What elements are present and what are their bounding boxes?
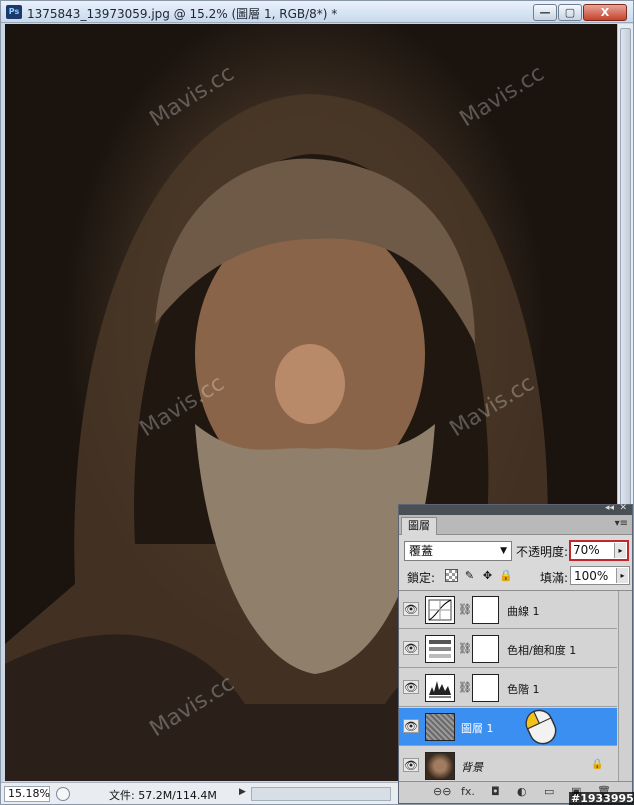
- layers-panel: ◂◂ ✕ 圖層 ▾≡ 覆蓋 ▼ 不透明度: 70% ▸ 鎖定: ✎ ✥ 🔒 填滿…: [398, 503, 633, 804]
- panel-header-strip: ◂◂ ✕: [399, 503, 632, 515]
- maximize-button[interactable]: ▢: [558, 4, 582, 21]
- add-mask-icon[interactable]: ◘: [491, 785, 500, 798]
- layer-mask-thumbnail[interactable]: [472, 596, 499, 624]
- link-icon[interactable]: ⛓: [458, 642, 472, 655]
- link-icon[interactable]: ⛓: [458, 681, 472, 694]
- close-button[interactable]: X: [583, 4, 627, 21]
- minimize-button[interactable]: —: [533, 4, 557, 21]
- layer-list: 👁 ⛓ 曲線 1 👁 ⛓ 色相/飽和度 1 👁 ⛓ 色階 1 👁 圖層 1 👁 …: [399, 590, 632, 785]
- lock-row: 鎖定: ✎ ✥ 🔒 填滿: 100% ▸: [399, 564, 632, 588]
- close-panel-icon[interactable]: ✕: [619, 503, 627, 513]
- collapse-panel-icon[interactable]: ◂◂: [605, 503, 614, 513]
- adjustment-layer-icon[interactable]: ◐: [517, 785, 527, 798]
- levels-icon: [425, 674, 455, 702]
- opacity-label: 不透明度:: [516, 545, 569, 559]
- blend-mode-value: 覆蓋: [409, 544, 434, 558]
- eye-icon[interactable]: 👁: [403, 641, 419, 655]
- file-size-info: 文件: 57.2M/114.4M: [109, 789, 217, 802]
- layer-style-fx-icon[interactable]: fx.: [461, 785, 475, 798]
- document-title: 1375843_13973059.jpg @ 15.2% (圖層 1, RGB/…: [27, 7, 338, 21]
- eye-icon[interactable]: 👁: [403, 758, 419, 772]
- horizontal-scrollbar[interactable]: [251, 787, 391, 801]
- panel-menu-icon[interactable]: ▾≡: [615, 518, 628, 529]
- layer-row-layer-1[interactable]: 👁 圖層 1: [399, 708, 617, 746]
- lock-label: 鎖定:: [407, 571, 436, 585]
- lock-position-icon[interactable]: ✥: [481, 569, 494, 582]
- lock-paint-icon[interactable]: ✎: [463, 569, 476, 582]
- curves-icon: [425, 596, 455, 624]
- link-layers-icon[interactable]: ⊖⊖: [433, 785, 451, 798]
- layer-row-levels[interactable]: 👁 ⛓ 色階 1: [399, 669, 617, 707]
- fill-slider-arrow-icon[interactable]: ▸: [616, 568, 628, 583]
- layer-name[interactable]: 色相/飽和度 1: [507, 642, 576, 658]
- opacity-value: 70%: [573, 543, 600, 557]
- texture-thumbnail: [425, 713, 455, 741]
- opacity-slider-arrow-icon[interactable]: ▸: [614, 543, 626, 558]
- hue-saturation-icon: [425, 635, 455, 663]
- new-group-icon[interactable]: ▭: [544, 785, 554, 798]
- zoom-field[interactable]: 15.18%: [4, 786, 50, 802]
- photoshop-logo-icon: Ps: [6, 5, 22, 19]
- panel-tab-row: 圖層 ▾≡: [399, 515, 632, 535]
- opacity-input[interactable]: 70% ▸: [569, 540, 629, 561]
- layer-row-background[interactable]: 👁 背景 🔒: [399, 747, 617, 785]
- chevron-down-icon: ▼: [500, 546, 507, 556]
- portrait-thumbnail: [425, 752, 455, 780]
- layer-mask-thumbnail[interactable]: [472, 674, 499, 702]
- layer-name[interactable]: 色階 1: [507, 681, 540, 697]
- eye-icon[interactable]: 👁: [403, 719, 419, 733]
- lock-transparency-icon[interactable]: [445, 569, 458, 582]
- layer-name[interactable]: 圖層 1: [461, 720, 494, 736]
- photoshop-document-window: Ps 1375843_13973059.jpg @ 15.2% (圖層 1, R…: [0, 0, 634, 805]
- layer-row-curves[interactable]: 👁 ⛓ 曲線 1: [399, 591, 617, 629]
- status-info-icon[interactable]: [56, 787, 70, 801]
- layer-row-hue-saturation[interactable]: 👁 ⛓ 色相/飽和度 1: [399, 630, 617, 668]
- nose-shape: [275, 344, 345, 424]
- layer-mask-thumbnail[interactable]: [472, 635, 499, 663]
- eye-icon[interactable]: 👁: [403, 602, 419, 616]
- title-bar: Ps 1375843_13973059.jpg @ 15.2% (圖層 1, R…: [1, 1, 633, 23]
- status-menu-arrow-icon[interactable]: ▶: [239, 787, 246, 797]
- fill-label: 填滿:: [540, 571, 569, 585]
- link-icon[interactable]: ⛓: [458, 603, 472, 616]
- fill-input[interactable]: 100% ▸: [570, 566, 630, 585]
- tab-layers[interactable]: 圖層: [401, 517, 437, 535]
- layer-name[interactable]: 曲線 1: [507, 603, 540, 619]
- layer-name[interactable]: 背景: [461, 759, 483, 775]
- fill-value: 100%: [574, 569, 609, 583]
- eye-icon[interactable]: 👁: [403, 680, 419, 694]
- layer-list-scrollbar[interactable]: [618, 591, 632, 781]
- lock-all-icon[interactable]: 🔒: [499, 569, 513, 582]
- image-id-label: #1933995: [569, 792, 634, 805]
- lock-icon: 🔒: [591, 759, 604, 770]
- blend-mode-select[interactable]: 覆蓋 ▼: [404, 541, 512, 561]
